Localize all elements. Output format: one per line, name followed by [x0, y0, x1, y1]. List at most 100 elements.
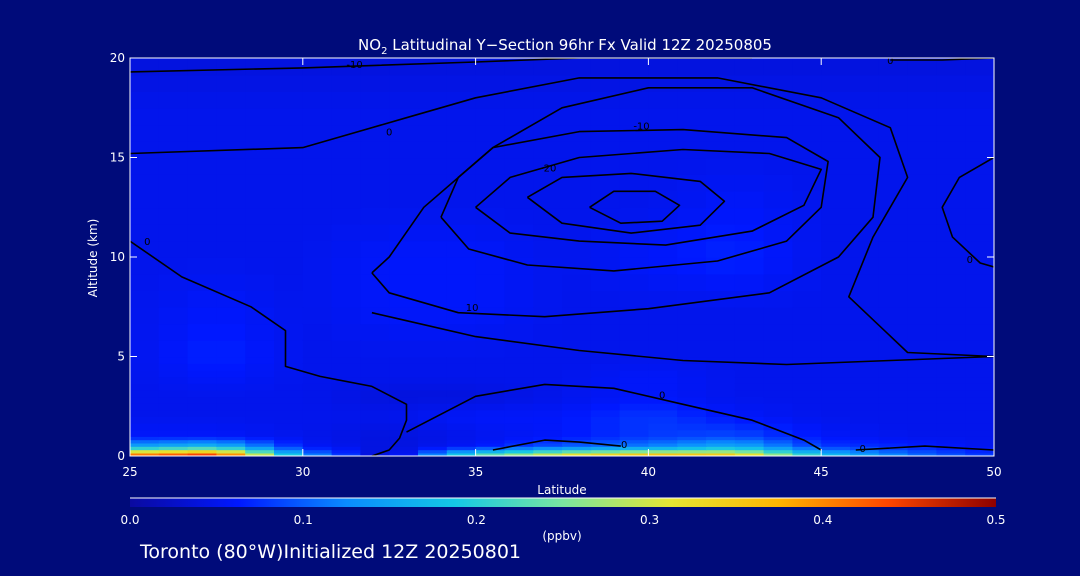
heatmap-cell: [648, 240, 678, 258]
heatmap-cell: [677, 190, 707, 209]
heatmap-cell: [706, 422, 736, 431]
heatmap-cell: [965, 396, 994, 404]
heatmap-cell: [389, 124, 419, 142]
heatmap-cell: [965, 429, 994, 437]
heatmap-cell: [187, 396, 218, 404]
heatmap-cell: [187, 257, 218, 275]
heatmap-cell: [389, 157, 419, 175]
heatmap-cell: [187, 174, 218, 192]
heatmap-cell: [590, 273, 621, 291]
heatmap-cell: [677, 416, 707, 424]
heatmap-cell: [907, 190, 938, 209]
heatmap-cell: [562, 356, 592, 364]
contour-label: 0: [144, 237, 150, 248]
heatmap-cell: [677, 124, 707, 142]
heatmap-cell: [792, 389, 822, 398]
heatmap-cell: [533, 207, 563, 225]
heatmap-cell: [821, 369, 851, 378]
heatmap-cell: [821, 290, 851, 308]
heatmap-cell: [302, 363, 333, 371]
heatmap-cell: [734, 429, 765, 437]
heatmap-cell: [878, 140, 909, 159]
heatmap-cell: [245, 174, 275, 192]
heatmap-cell: [821, 416, 851, 424]
heatmap-cell: [475, 339, 506, 358]
heatmap-cell: [475, 409, 506, 417]
heatmap-cell: [533, 91, 563, 109]
heatmap-cell: [907, 273, 938, 291]
heatmap-cell: [446, 416, 477, 424]
heatmap-cell: [763, 356, 794, 364]
heatmap-cell: [187, 157, 218, 175]
heatmap-cell: [907, 91, 938, 109]
heatmap-cell: [158, 369, 189, 378]
heatmap-cell: [763, 257, 794, 275]
heatmap-cell: [734, 396, 765, 404]
heatmap-cell: [446, 409, 477, 417]
heatmap-cell: [389, 306, 419, 325]
heatmap-cell: [158, 339, 189, 358]
heatmap-cell: [446, 74, 477, 92]
heatmap-cell: [360, 356, 390, 364]
heatmap-cell: [706, 396, 736, 404]
heatmap-cell: [158, 290, 189, 308]
heatmap-cell: [706, 107, 736, 126]
heatmap-cell: [331, 422, 362, 431]
heatmap-cell: [821, 273, 851, 291]
heatmap-cell: [475, 290, 506, 308]
heatmap-cell: [936, 409, 966, 417]
heatmap-cell: [504, 422, 534, 431]
heatmap-cell: [734, 140, 765, 159]
heatmap-cell: [965, 140, 994, 159]
heatmap-cell: [274, 389, 304, 398]
heatmap-cell: [936, 402, 966, 411]
heatmap-cell: [216, 240, 246, 258]
heatmap-cell: [274, 376, 304, 384]
heatmap-cell: [475, 273, 506, 291]
heatmap-cell: [245, 383, 275, 391]
heatmap-cell: [648, 91, 678, 109]
heatmap-cell: [504, 174, 534, 192]
heatmap-cell: [418, 58, 448, 76]
heatmap-cell: [562, 58, 592, 76]
heatmap-cell: [792, 223, 822, 242]
heatmap-cell: [878, 91, 909, 109]
heatmap-cell: [158, 396, 189, 404]
heatmap-cell: [274, 223, 304, 242]
heatmap-cell: [763, 416, 794, 424]
heatmap-cell: [936, 363, 966, 371]
heatmap-cell: [302, 157, 333, 175]
heatmap-cell: [475, 396, 506, 404]
heatmap-cell: [792, 383, 822, 391]
heatmap-cell: [216, 402, 246, 411]
heatmap-cell: [130, 91, 160, 109]
heatmap-cell: [821, 223, 851, 242]
heatmap-cell: [418, 389, 448, 398]
heatmap-cell: [965, 290, 994, 308]
heatmap-cell: [878, 107, 909, 126]
heatmap-cell: [130, 273, 160, 291]
heatmap-cell: [418, 140, 448, 159]
heatmap-cell: [446, 339, 477, 358]
heatmap-cell: [245, 223, 275, 242]
heatmap-cell: [418, 356, 448, 364]
heatmap-cell: [274, 257, 304, 275]
heatmap-cell: [878, 190, 909, 209]
heatmap-cell: [821, 422, 851, 431]
heatmap-cell: [533, 273, 563, 291]
heatmap-cell: [706, 376, 736, 384]
heatmap-cell: [850, 174, 880, 192]
heatmap-cell: [158, 356, 189, 364]
heatmap-cell: [475, 91, 506, 109]
heatmap-cell: [706, 273, 736, 291]
heatmap-cell: [245, 273, 275, 291]
heatmap-cell: [158, 389, 189, 398]
heatmap-cell: [821, 74, 851, 92]
heatmap-cell: [504, 91, 534, 109]
heatmap-cell: [130, 107, 160, 126]
heatmap-cell: [936, 306, 966, 325]
heatmap-cell: [187, 383, 218, 391]
heatmap-cell: [965, 369, 994, 378]
heatmap-cell: [130, 257, 160, 275]
heatmap-cell: [274, 190, 304, 209]
